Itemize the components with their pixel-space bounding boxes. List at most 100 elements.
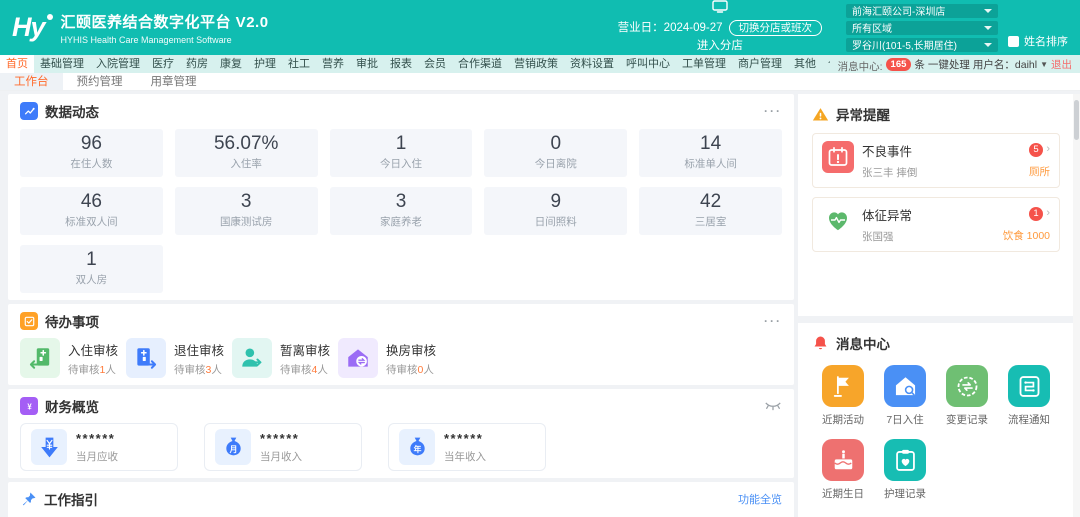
stat-label: 标准双人间	[20, 214, 163, 229]
todo-item[interactable]: 退住审核待审核3人	[126, 338, 232, 378]
scrollbar-thumb[interactable]	[1074, 100, 1079, 140]
quick-handle-link[interactable]: 一键处理	[928, 57, 970, 72]
nav-item[interactable]: 社工	[282, 55, 316, 73]
user-caret-icon[interactable]: ▼	[1040, 60, 1048, 69]
nav-item[interactable]: 医疗	[146, 55, 180, 73]
branch-select[interactable]: 所有区域	[846, 21, 998, 35]
message-center-link[interactable]: 消息中心:	[838, 59, 883, 74]
finance-stat-card[interactable]: 年******当年收入	[388, 423, 546, 471]
stat-card[interactable]: 3家庭养老	[330, 187, 473, 235]
data-stats-title: 数据动态	[45, 101, 99, 121]
todo-item-count: 待审核1人	[68, 362, 118, 377]
todo-more-button[interactable]: ···	[764, 316, 782, 326]
stat-label: 入住率	[175, 156, 318, 171]
right-scrollbar[interactable]	[1073, 94, 1080, 517]
alert-count-badge: 5	[1029, 143, 1043, 157]
nav-item[interactable]: 康复	[214, 55, 248, 73]
finance-stat-card[interactable]: 月 ****** 当月收入	[204, 423, 362, 471]
moneybag-icon: 月	[215, 429, 251, 465]
care-record-icon	[884, 439, 926, 481]
stat-card[interactable]: 3国康测试房	[175, 187, 318, 235]
nav-item[interactable]: 审批	[350, 55, 384, 73]
todo-item[interactable]: 入住审核待审核1人	[20, 338, 126, 378]
todo-item-count: 待审核0人	[386, 362, 436, 377]
chevron-down-icon	[984, 9, 992, 13]
alert-title: 不良事件	[862, 141, 1021, 160]
nav-item[interactable]: 药房	[180, 55, 214, 73]
alert-card[interactable]: 体征异常张国强1 ›饮食 1000	[812, 197, 1060, 252]
logout-link[interactable]: 退出	[1051, 57, 1072, 72]
nav-item[interactable]: 护理	[248, 55, 282, 73]
subnav-item[interactable]: 用章管理	[137, 73, 211, 90]
moneybag-icon: 年	[399, 429, 435, 465]
chevron-right-icon[interactable]: ›	[1046, 207, 1050, 219]
nav-item[interactable]: 报表	[384, 55, 418, 73]
heart-pulse-icon	[822, 205, 854, 237]
message-shortcut[interactable]: 近期生日	[812, 439, 874, 501]
nav-item[interactable]: 基础管理	[34, 55, 90, 73]
stat-card[interactable]: 14标准单人间	[639, 129, 782, 177]
finance-value: ******	[76, 431, 118, 446]
stat-value: 1	[20, 249, 163, 271]
finance-title: 财务概览	[45, 396, 99, 416]
stat-card[interactable]: 1今日入住	[330, 129, 473, 177]
stat-card[interactable]: 0今日离院	[484, 129, 627, 177]
subnav-item[interactable]: 预约管理	[63, 73, 137, 90]
name-sort-checkbox[interactable]	[1008, 36, 1019, 47]
app-title: 汇颐医养结合数字化平台 V2.0	[61, 11, 269, 32]
stat-card[interactable]: 96在住人数	[20, 129, 163, 177]
nav-item[interactable]: 合作渠道	[452, 55, 508, 73]
nav-item[interactable]: 资料设置	[564, 55, 620, 73]
business-day-block: 营业日：2024-09-27 切换分店或班次 进入分店	[618, 0, 822, 55]
stat-label: 双人房	[20, 272, 163, 287]
house-search-icon	[884, 365, 926, 407]
switch-branch-button[interactable]: 切换分店或班次	[729, 20, 823, 36]
message-shortcut[interactable]: 7日入住	[874, 365, 936, 427]
chevron-right-icon[interactable]: ›	[1046, 143, 1050, 155]
stat-card[interactable]: 46标准双人间	[20, 187, 163, 235]
nav-item[interactable]: 入院管理	[90, 55, 146, 73]
alert-tag: 厕所	[1029, 164, 1050, 179]
data-stats-more-button[interactable]: ···	[764, 106, 782, 116]
nav-item[interactable]: 首页	[0, 55, 34, 73]
nav-item[interactable]: 其他	[788, 55, 822, 73]
stat-card[interactable]: 9日间照料	[484, 187, 627, 235]
stat-card[interactable]: 42三居室	[639, 187, 782, 235]
name-sort-control: 姓名排序	[1008, 33, 1068, 49]
nav-item[interactable]: 仓库	[822, 55, 830, 73]
stat-card[interactable]: 56.07%入住率	[175, 129, 318, 177]
nav-item[interactable]: 呼叫中心	[620, 55, 676, 73]
finance-stat-card[interactable]: ******当月应收	[20, 423, 178, 471]
message-shortcut[interactable]: 流程通知	[998, 365, 1060, 427]
finance-value: ******	[260, 431, 302, 446]
message-shortcut[interactable]: 近期活动	[812, 365, 874, 427]
branch-select[interactable]: 前海汇颐公司-深圳店	[846, 4, 998, 18]
stat-label: 标准单人间	[639, 156, 782, 171]
alert-card[interactable]: 不良事件张三丰 摔倒5 ›厕所	[812, 133, 1060, 188]
stat-value: 42	[639, 191, 782, 213]
eye-closed-icon[interactable]	[764, 401, 782, 412]
calendar-alert-icon	[822, 141, 854, 173]
main-nav-items: 首页基础管理入院管理医疗药房康复护理社工营养审批报表会员合作渠道营销政策资料设置…	[0, 55, 830, 73]
todo-item[interactable]: 换房审核待审核0人	[338, 338, 444, 378]
branch-select[interactable]: 罗谷川(101-5,长期居住)	[846, 38, 998, 52]
message-count-badge: 165	[886, 58, 912, 71]
subnav-item[interactable]: 工作台	[0, 73, 63, 90]
nav-item[interactable]: 商户管理	[732, 55, 788, 73]
nav-item[interactable]: 会员	[418, 55, 452, 73]
nav-item[interactable]: 营养	[316, 55, 350, 73]
message-grid: 近期活动7日入住变更记录流程通知近期生日护理记录	[812, 365, 1060, 501]
alerts-section: 异常提醒 不良事件张三丰 摔倒5 ›厕所体征异常张国强1 ›饮食 1000	[812, 104, 1060, 316]
todo-item[interactable]: 暂离审核待审核4人	[232, 338, 338, 378]
feature-overview-link[interactable]: 功能全览	[738, 491, 782, 507]
finance-label: 当月收入	[260, 449, 302, 464]
message-unit: 条	[914, 57, 925, 72]
nav-item[interactable]: 工单管理	[676, 55, 732, 73]
nav-item[interactable]: 营销政策	[508, 55, 564, 73]
chevron-down-icon	[984, 43, 992, 47]
stat-card[interactable]: 1双人房	[20, 245, 163, 293]
enter-branch-link[interactable]: 进入分店	[618, 38, 822, 55]
message-shortcut[interactable]: 护理记录	[874, 439, 936, 501]
message-shortcut[interactable]: 变更记录	[936, 365, 998, 427]
warning-icon	[812, 106, 829, 123]
